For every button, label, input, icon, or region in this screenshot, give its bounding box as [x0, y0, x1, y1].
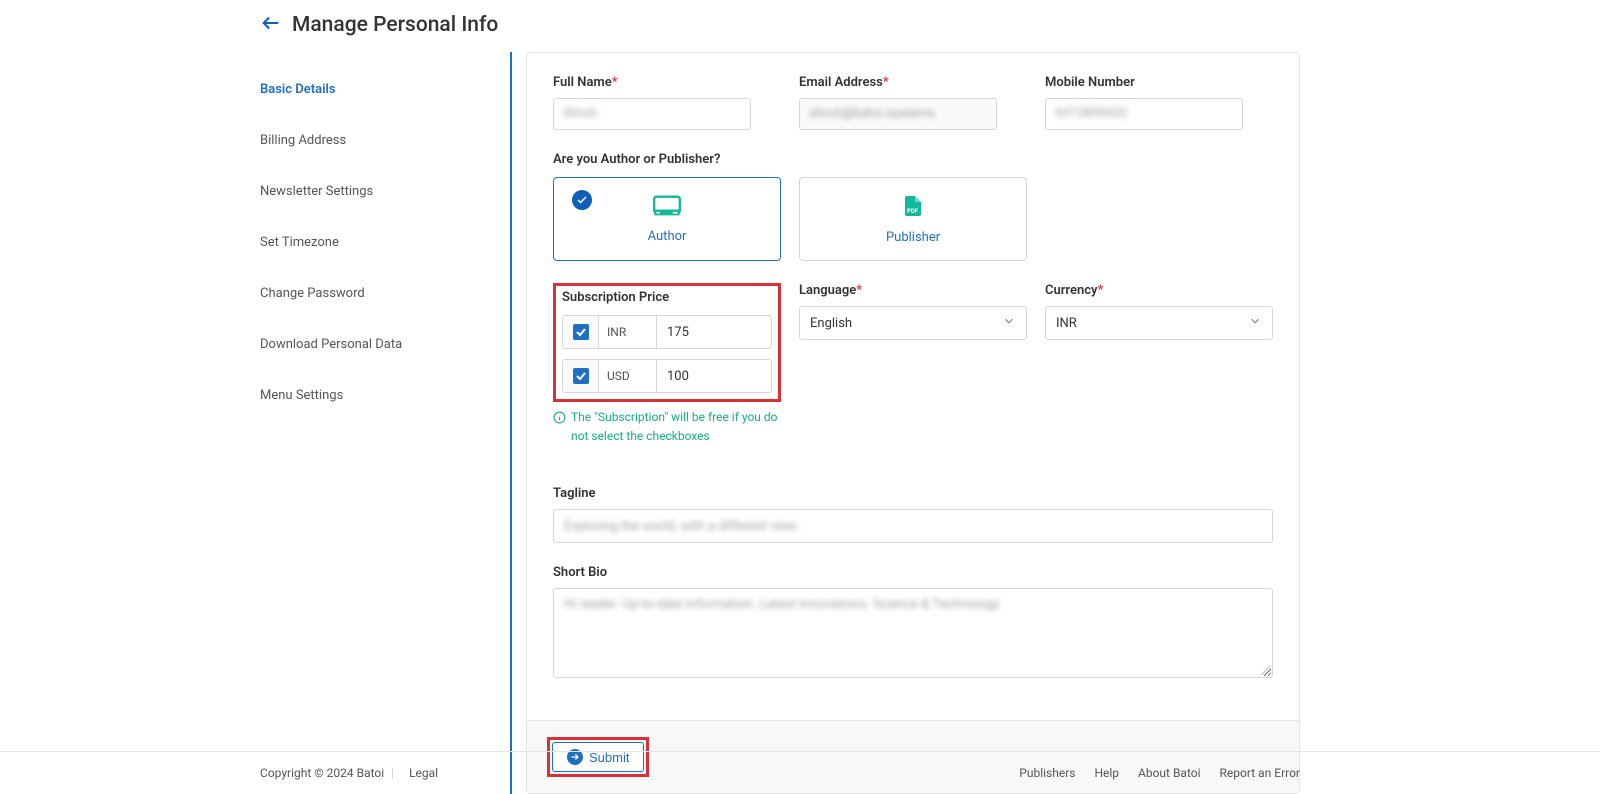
price-usd-checkbox[interactable]	[562, 359, 598, 393]
subscription-hint: The "Subscription" will be free if you d…	[553, 408, 781, 446]
price-usd-currency: USD	[598, 359, 656, 393]
form-panel: Full Name* Shruti Email Address* shruti@…	[526, 52, 1300, 794]
price-row-inr: INR 175	[562, 315, 772, 349]
price-usd-value[interactable]: 100	[656, 359, 772, 393]
footer-report-link[interactable]: Report an Error	[1220, 766, 1300, 780]
page-footer: Copyright © 2024 Batoi | Legal Publisher…	[0, 751, 1600, 794]
footer-help-link[interactable]: Help	[1094, 766, 1119, 780]
page-title: Manage Personal Info	[292, 13, 498, 37]
sidebar-item-basic-details[interactable]: Basic Details	[260, 74, 500, 105]
author-icon	[653, 195, 681, 221]
price-row-usd: USD 100	[562, 359, 772, 393]
sidebar-item-menu-settings[interactable]: Menu Settings	[260, 380, 500, 411]
short-bio-input[interactable]: Hi reader. Up-to-date information. Lates…	[553, 588, 1273, 678]
sidebar-item-newsletter-settings[interactable]: Newsletter Settings	[260, 176, 500, 207]
full-name-label: Full Name*	[553, 75, 781, 90]
footer-about-link[interactable]: About Batoi	[1138, 766, 1201, 780]
language-label: Language*	[799, 283, 1027, 298]
role-publisher[interactable]: PDF Publisher	[799, 177, 1027, 261]
language-select[interactable]: English	[799, 306, 1027, 340]
role-publisher-label: Publisher	[886, 230, 940, 245]
tagline-input[interactable]: Exploring the world, with a different vi…	[553, 509, 1273, 543]
sidebar-item-change-password[interactable]: Change Password	[260, 278, 500, 309]
tagline-label: Tagline	[553, 486, 1273, 501]
subscription-price-highlight: Subscription Price INR 175	[553, 283, 781, 402]
currency-label: Currency*	[1045, 283, 1273, 298]
sidebar-item-set-timezone[interactable]: Set Timezone	[260, 227, 500, 258]
price-inr-checkbox[interactable]	[562, 315, 598, 349]
role-author-label: Author	[648, 229, 687, 244]
footer-publishers-link[interactable]: Publishers	[1019, 766, 1075, 780]
role-author[interactable]: Author	[553, 177, 781, 261]
email-label: Email Address*	[799, 75, 1027, 90]
back-arrow-icon[interactable]	[260, 12, 282, 38]
footer-copyright: Copyright © 2024 Batoi	[260, 766, 384, 780]
mobile-label: Mobile Number	[1045, 75, 1273, 90]
check-icon	[572, 190, 592, 210]
chevron-down-icon	[1248, 314, 1262, 332]
svg-text:PDF: PDF	[907, 208, 919, 215]
short-bio-label: Short Bio	[553, 565, 1273, 580]
price-inr-currency: INR	[598, 315, 656, 349]
sidebar-item-billing-address[interactable]: Billing Address	[260, 125, 500, 156]
chevron-down-icon	[1002, 314, 1016, 332]
sidebar: Basic Details Billing Address Newsletter…	[260, 52, 512, 794]
role-question-label: Are you Author or Publisher?	[553, 152, 1273, 167]
footer-legal-link[interactable]: Legal	[409, 766, 438, 780]
currency-select[interactable]: INR	[1045, 306, 1273, 340]
publisher-icon: PDF	[901, 194, 925, 222]
subscription-price-label: Subscription Price	[562, 290, 772, 305]
sidebar-item-download-personal-data[interactable]: Download Personal Data	[260, 329, 500, 360]
price-inr-value[interactable]: 175	[656, 315, 772, 349]
